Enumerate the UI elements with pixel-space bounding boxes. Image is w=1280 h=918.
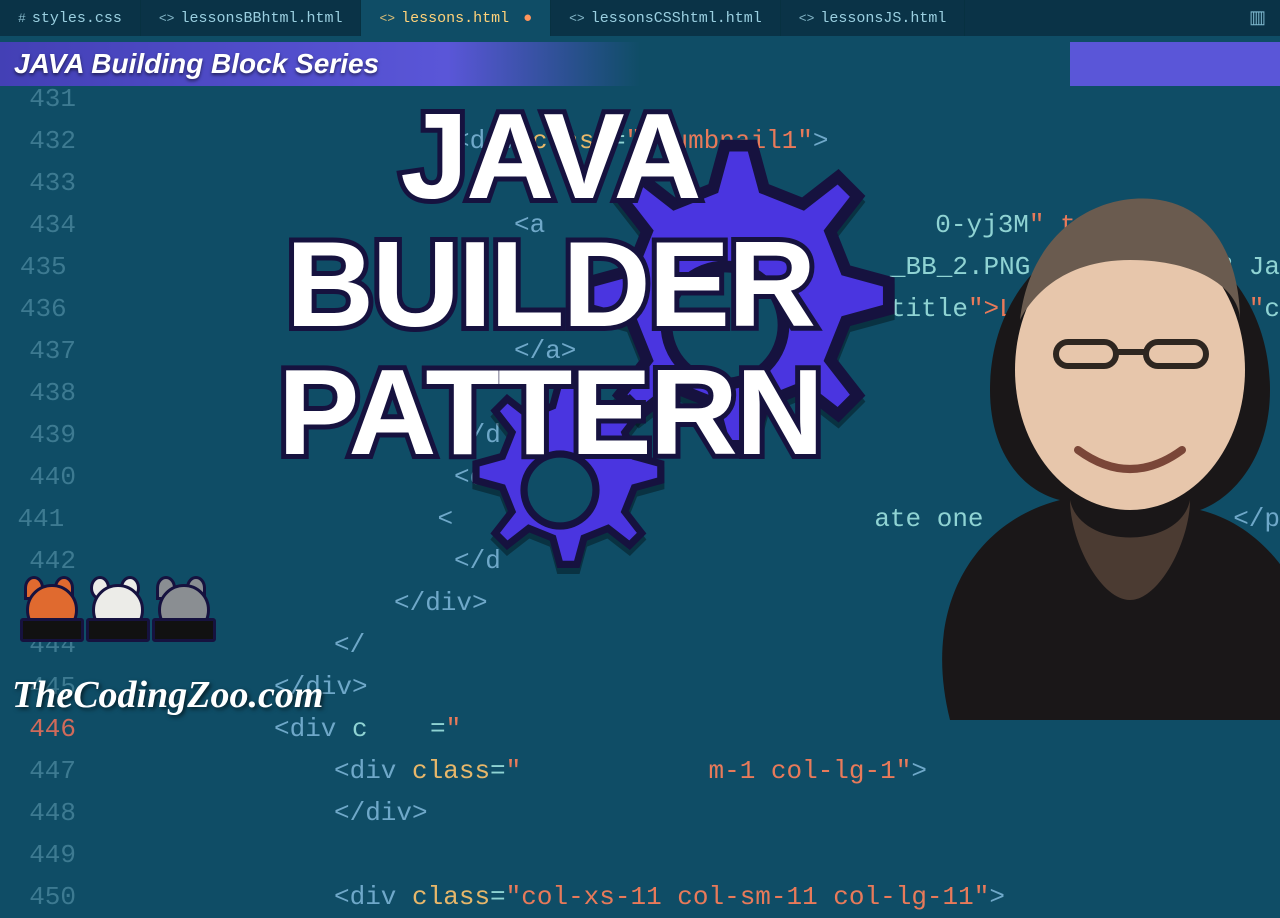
line-number: 443 <box>0 588 94 618</box>
line-number: 435 <box>0 252 85 282</box>
tab-styles-css[interactable]: # styles.css <box>0 0 141 36</box>
line-number: 436 <box>0 294 85 324</box>
tab-bar: # styles.css <> lessonsBBhtml.html <> le… <box>0 0 1280 36</box>
line-number: 438 <box>0 378 94 408</box>
code-line[interactable]: 432 <div class="thumbnail1"> <box>0 120 1280 162</box>
code-text: </div> <box>394 588 488 618</box>
tab-label: lessonsJS.html <box>820 10 946 27</box>
code-line[interactable]: 446 <div c =" <box>0 708 1280 750</box>
code-editor[interactable]: 431 432 <div class="thumbnail1"> 433 434 <a 0… <box>0 78 1280 720</box>
code-line[interactable]: 435 _BB_2.PNG 2 Ja <box>0 246 1280 288</box>
line-number: 440 <box>0 462 94 492</box>
line-number: 434 <box>0 210 94 240</box>
code-line[interactable]: 449 <box>0 834 1280 876</box>
line-number: 433 <box>0 168 94 198</box>
code-text: <div c =" <box>274 714 461 744</box>
dirty-indicator-icon[interactable]: ● <box>523 10 532 27</box>
code-line[interactable]: 443 </div> <box>0 582 1280 624</box>
code-line[interactable]: 450 <div class="col-xs-11 col-sm-11 col-l… <box>0 876 1280 918</box>
series-title: JAVA Building Block Series <box>14 50 379 78</box>
tab-lessons-css[interactable]: <> lessonsCSShtml.html <box>551 0 781 36</box>
tab-lessons-bb[interactable]: <> lessonsBBhtml.html <box>141 0 362 36</box>
code-line[interactable]: 433 <box>0 162 1280 204</box>
line-number: 449 <box>0 840 94 870</box>
code-text: <div class="col-xs-11 col-sm-11 col-lg-1… <box>334 882 1005 912</box>
code-line[interactable]: 441 < ate one </p <box>0 498 1280 540</box>
tab-label: lessonsBBhtml.html <box>180 10 342 27</box>
code-line[interactable]: 438 <box>0 372 1280 414</box>
line-number: 445 <box>0 672 94 702</box>
code-text: <div class=" m-1 col-lg-1"> <box>334 756 927 786</box>
hash-icon: # <box>18 11 26 26</box>
code-text: <di <box>454 462 501 492</box>
code-text: </d <box>454 420 501 450</box>
code-text: </a> <box>514 336 576 366</box>
code-line[interactable]: 445 </div> <box>0 666 1280 708</box>
line-number: 447 <box>0 756 94 786</box>
code-line[interactable]: 444 </ <box>0 624 1280 666</box>
code-icon: <> <box>799 11 815 26</box>
code-text: </div> <box>334 798 428 828</box>
line-number: 441 <box>0 504 82 534</box>
code-text: <div class="thumbnail1"> <box>454 126 829 156</box>
code-text: </div> <box>274 672 368 702</box>
code-line[interactable]: 436 title">Le ="c <box>0 288 1280 330</box>
line-number: 439 <box>0 420 94 450</box>
split-editor-icon[interactable]: ▥ <box>1235 0 1280 36</box>
line-number: 448 <box>0 798 94 828</box>
code-line[interactable]: 431 <box>0 78 1280 120</box>
tab-lessons-html[interactable]: <> lessons.html ● <box>361 0 551 36</box>
code-text: < ate one </p <box>437 504 1280 534</box>
tab-label: lessonsCSShtml.html <box>591 10 762 27</box>
tab-label: lessons.html <box>401 10 509 27</box>
code-icon: <> <box>159 11 175 26</box>
code-line[interactable]: 440 <di <box>0 456 1280 498</box>
line-number: 437 <box>0 336 94 366</box>
code-line[interactable]: 447 <div class=" m-1 col-lg-1"> <box>0 750 1280 792</box>
code-text: </d <box>454 546 501 576</box>
code-line[interactable]: 439 </d <box>0 414 1280 456</box>
code-text: <a 0-yj3M" targ <box>514 210 1123 240</box>
tab-label: styles.css <box>32 10 122 27</box>
code-line[interactable]: 434 <a 0-yj3M" targ <box>0 204 1280 246</box>
code-line[interactable]: 437 </a> <box>0 330 1280 372</box>
code-line[interactable]: 448 </div> <box>0 792 1280 834</box>
code-text: title">Le ="c <box>453 294 1280 324</box>
line-number: 442 <box>0 546 94 576</box>
code-text: </ <box>334 630 365 660</box>
line-number: 450 <box>0 882 94 912</box>
line-number: 444 <box>0 630 94 660</box>
line-number: 431 <box>0 84 94 114</box>
tab-lessons-js[interactable]: <> lessonsJS.html <box>781 0 966 36</box>
code-icon: <> <box>569 11 585 26</box>
line-number: 446 <box>0 714 94 744</box>
code-icon: <> <box>379 11 395 26</box>
code-line[interactable]: 442 </d <box>0 540 1280 582</box>
code-text: _BB_2.PNG 2 Ja <box>453 252 1280 282</box>
line-number: 432 <box>0 126 94 156</box>
